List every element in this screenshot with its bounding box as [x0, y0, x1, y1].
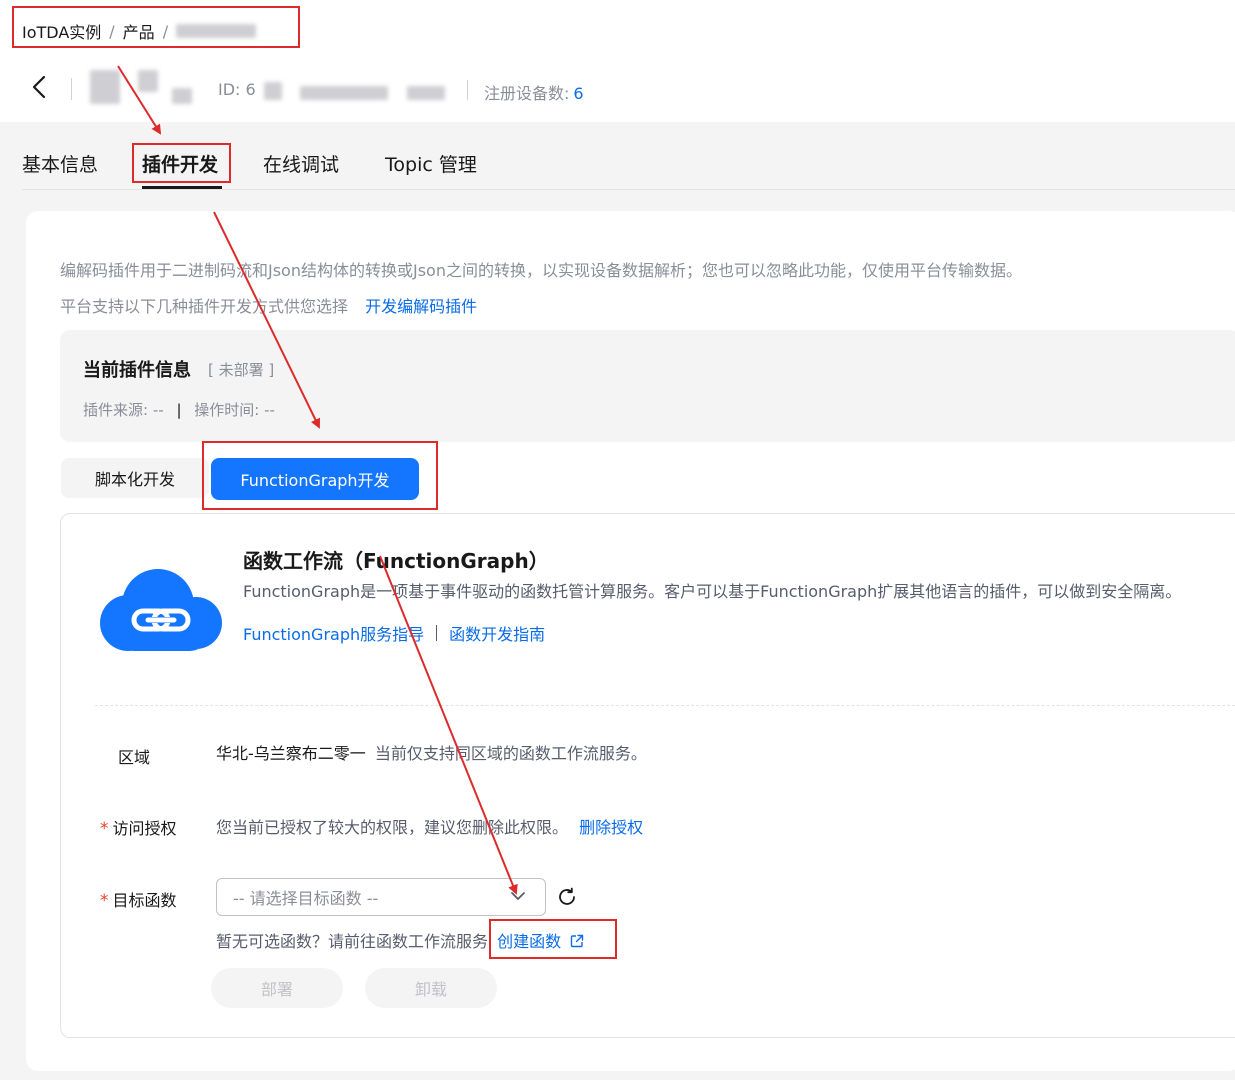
annotation-box-plugin-tab	[132, 143, 231, 183]
no-function-hint-text: 暂无可选函数？请前往函数工作流服务	[216, 932, 489, 951]
plugin-status-badge: [ 未部署 ]	[208, 361, 275, 379]
access-auth-value: 您当前已授权了较大的权限，建议您删除此权限。 删除授权	[216, 814, 643, 838]
product-name-redacted	[90, 70, 120, 104]
product-id-redacted	[300, 86, 388, 100]
target-function-select[interactable]: -- 请选择目标函数 --	[216, 878, 546, 916]
product-id-redacted	[264, 82, 282, 100]
chevron-down-icon	[511, 892, 525, 900]
annotation-box-breadcrumb	[12, 6, 300, 48]
functiongraph-description: FunctionGraph是一项基于事件驱动的函数托管计算服务。客户可以基于Fu…	[243, 582, 1182, 601]
functiongraph-cloud-icon	[100, 569, 222, 651]
current-plugin-title: 当前插件信息	[83, 360, 191, 381]
region-value: 华北-乌兰察布二零一 当前仅支持同区域的函数工作流服务。	[216, 740, 647, 764]
functiongraph-title: 函数工作流（FunctionGraph）	[243, 549, 549, 573]
product-id: ID: 6	[218, 80, 256, 99]
access-auth-label: * 访问授权	[100, 815, 177, 839]
plugin-source: 插件来源: --	[83, 401, 164, 419]
plugin-meta-separator: |	[176, 401, 182, 419]
functiongraph-service-guide-link[interactable]: FunctionGraph服务指导	[243, 621, 424, 645]
device-count-value[interactable]: 6	[573, 84, 583, 103]
header-divider	[467, 80, 468, 100]
region-label: 区域	[118, 748, 151, 767]
region-name: 华北-乌兰察布二零一	[216, 744, 366, 763]
delete-authorization-link[interactable]: 删除授权	[579, 818, 643, 837]
uninstall-button[interactable]: 卸载	[365, 968, 497, 1008]
tab-online-debug[interactable]: 在线调试	[263, 150, 339, 177]
access-auth-label-text: 访问授权	[112, 819, 177, 838]
device-count-label: 注册设备数:	[484, 84, 570, 103]
annotation-box-create-function	[489, 919, 617, 959]
script-dev-option[interactable]: 脚本化开发	[61, 458, 209, 498]
target-function-placeholder: -- 请选择目标函数 --	[233, 889, 379, 908]
tab-basic-info[interactable]: 基本信息	[22, 150, 98, 177]
functiongraph-links: FunctionGraph服务指导 函数开发指南	[243, 621, 545, 645]
required-mark: *	[100, 819, 109, 839]
section-divider	[95, 705, 1235, 706]
device-count: 注册设备数: 6	[484, 80, 584, 104]
refresh-icon[interactable]	[556, 886, 578, 908]
required-mark: *	[100, 891, 109, 911]
target-function-label-text: 目标函数	[112, 891, 177, 910]
product-name-redacted	[172, 88, 192, 104]
target-function-label: * 目标函数	[100, 887, 177, 911]
function-dev-guide-link[interactable]: 函数开发指南	[449, 621, 545, 645]
deploy-button[interactable]: 部署	[211, 968, 343, 1008]
plugin-operation-time: 操作时间: --	[194, 401, 275, 419]
access-auth-text: 您当前已授权了较大的权限，建议您删除此权限。	[216, 818, 569, 837]
intro-description: 编解码插件用于二进制码流和Json结构体的转换或Json之间的转换，以实现设备数…	[60, 261, 1022, 280]
plugin-meta: 插件来源: -- | 操作时间: --	[83, 399, 275, 420]
intro-methods: 平台支持以下几种插件开发方式供您选择 开发编解码插件	[60, 293, 477, 317]
link-divider	[436, 625, 438, 641]
header-divider	[71, 78, 72, 100]
current-plugin-panel	[60, 330, 1235, 442]
product-id-redacted	[407, 86, 445, 100]
annotation-box-functiongraph-option	[202, 441, 438, 510]
tab-bar-border	[22, 189, 1235, 190]
intro-methods-text: 平台支持以下几种插件开发方式供您选择	[60, 297, 349, 316]
tab-topic-management[interactable]: Topic 管理	[385, 150, 477, 177]
back-arrow-icon[interactable]	[28, 72, 50, 102]
region-note: 当前仅支持同区域的函数工作流服务。	[374, 744, 647, 763]
product-name-redacted	[138, 70, 158, 92]
develop-codec-plugin-link[interactable]: 开发编解码插件	[365, 297, 477, 316]
